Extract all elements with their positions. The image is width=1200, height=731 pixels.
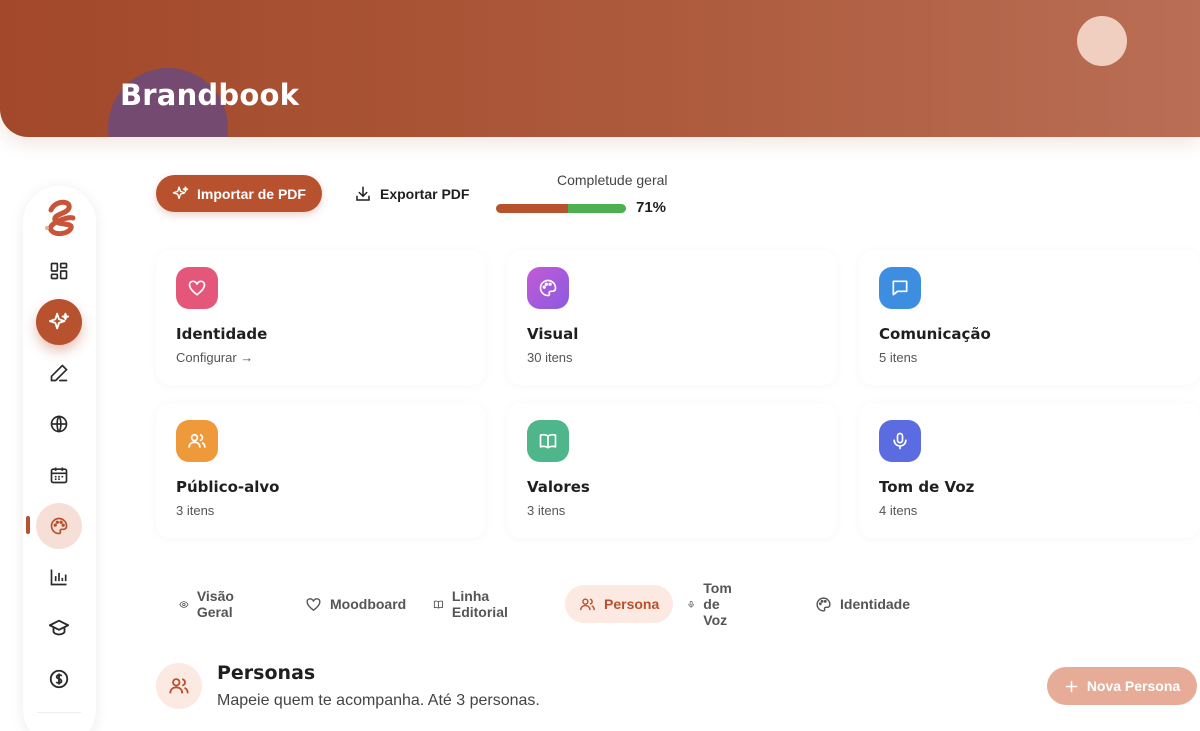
completeness-progress-bar <box>496 204 626 213</box>
completeness-label: Completude geral <box>557 172 668 188</box>
card-count: 5 itens <box>879 350 918 365</box>
card-title: Tom de Voz <box>879 478 975 496</box>
heart-icon <box>306 597 321 611</box>
pencil-icon <box>50 364 68 382</box>
download-icon <box>356 186 370 201</box>
users-icon <box>188 433 206 448</box>
tab-label: Visão Geral <box>196 588 234 620</box>
active-indicator <box>26 516 30 534</box>
persona-section-icon <box>156 663 202 709</box>
tab-label: Identidade <box>840 596 911 612</box>
import-pdf-button[interactable]: Importar de PDF <box>156 175 322 212</box>
new-persona-button[interactable]: Nova Persona <box>1047 667 1197 705</box>
card-publico-alvo[interactable]: Público-alvo 3 itens <box>156 403 486 538</box>
persona-section-subtitle: Mapeie quem te acompanha. Até 3 personas… <box>217 692 540 709</box>
persona-section-title: Personas <box>217 662 316 684</box>
new-persona-label: Nova Persona <box>1086 678 1181 694</box>
card-valores[interactable]: Valores 3 itens <box>507 403 837 538</box>
card-count: 30 itens <box>527 350 573 365</box>
book-icon <box>539 433 557 449</box>
dollar-icon <box>49 669 69 689</box>
palette-icon <box>816 596 831 612</box>
avatar[interactable] <box>1077 16 1127 66</box>
sidebar-item-learning[interactable] <box>36 605 82 651</box>
app-logo[interactable] <box>37 194 85 242</box>
users-icon <box>580 597 595 610</box>
completeness-value: 71% <box>636 199 667 216</box>
grid-icon <box>50 262 68 280</box>
card-icon-bg <box>527 420 569 462</box>
tab-persona[interactable]: Persona <box>565 585 674 623</box>
export-pdf-label: Exportar PDF <box>380 185 470 202</box>
sparkles-icon <box>172 186 189 200</box>
sidebar-item-ai[interactable] <box>36 299 82 345</box>
card-tom-de-voz[interactable]: Tom de Voz 4 itens <box>859 403 1200 538</box>
page-header: Brandbook <box>0 0 1200 137</box>
card-title: Comunicação <box>879 325 991 343</box>
mic-icon <box>893 432 907 450</box>
eye-icon <box>179 600 189 608</box>
calendar-icon <box>50 467 68 484</box>
tab-linha-editorial[interactable]: Linha Editorial <box>419 585 528 623</box>
export-pdf-button[interactable]: Exportar PDF <box>354 175 469 212</box>
page-title: Brandbook <box>120 78 300 112</box>
message-icon <box>892 280 908 296</box>
card-icon-bg <box>176 420 218 462</box>
import-pdf-label: Importar de PDF <box>197 185 306 202</box>
globe-icon <box>50 415 68 433</box>
mic-icon <box>688 600 694 608</box>
palette-icon <box>539 279 557 297</box>
sidebar-item-edit[interactable] <box>36 350 82 396</box>
plus-icon <box>1065 680 1078 692</box>
card-icon-bg <box>176 267 218 309</box>
sidebar-item-dashboard[interactable] <box>36 248 82 294</box>
sparkles-icon <box>48 312 70 330</box>
card-configure-link[interactable]: Configurar → <box>176 350 253 365</box>
tab-label: Moodboard <box>330 596 407 612</box>
card-comunicacao[interactable]: Comunicação 5 itens <box>859 250 1200 385</box>
sidebar-item-analytics[interactable] <box>36 554 82 600</box>
card-visual[interactable]: Visual 30 itens <box>507 250 837 385</box>
card-title: Valores <box>527 478 590 496</box>
bar-chart-icon <box>50 569 67 586</box>
card-count: 3 itens <box>176 503 215 518</box>
sidebar-divider <box>37 712 81 713</box>
tab-identidade[interactable]: Identidade <box>801 585 924 623</box>
card-icon-bg <box>879 420 921 462</box>
card-count: 3 itens <box>527 503 566 518</box>
tab-visao-geral[interactable]: Visão Geral <box>165 585 255 623</box>
progress-fill-primary <box>496 204 568 213</box>
sidebar-item-web[interactable] <box>36 401 82 447</box>
palette-icon <box>50 517 68 535</box>
sidebar-item-brandbook[interactable] <box>36 503 82 549</box>
progress-fill-secondary <box>568 204 626 213</box>
tab-label: Tom de Voz <box>703 580 732 628</box>
sidebar <box>23 186 96 731</box>
card-title: Público-alvo <box>176 478 280 496</box>
card-icon-bg <box>527 267 569 309</box>
sidebar-item-finance[interactable] <box>36 656 82 702</box>
users-icon <box>169 678 189 694</box>
card-count: 4 itens <box>879 503 918 518</box>
book-icon <box>433 600 443 609</box>
card-title: Identidade <box>176 325 268 343</box>
tab-moodboard[interactable]: Moodboard <box>291 585 420 623</box>
sidebar-item-calendar[interactable] <box>36 452 82 498</box>
card-icon-bg <box>879 267 921 309</box>
tab-label: Persona <box>604 596 660 612</box>
card-title: Visual <box>527 325 579 343</box>
tab-tom-de-voz[interactable]: Tom de Voz <box>673 580 755 628</box>
graduation-cap-icon <box>48 619 70 636</box>
card-identidade[interactable]: Identidade Configurar → <box>156 250 486 385</box>
tab-label: Linha Editorial <box>451 588 508 620</box>
heart-icon <box>188 280 206 296</box>
